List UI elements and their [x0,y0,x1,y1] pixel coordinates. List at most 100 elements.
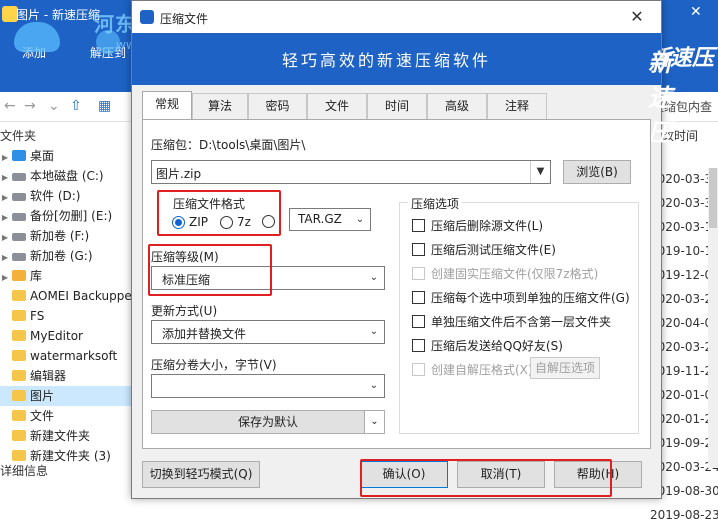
folder-icon [12,450,26,461]
chevron-down-icon[interactable]: ▼ [530,161,550,183]
back-arrow-icon[interactable]: ← [4,98,16,114]
option-label: 创建固实压缩文件(仅限7z格式) [431,267,599,281]
option-checkbox[interactable]: 单独压缩文件后不含第一层文件夹 [412,313,611,330]
extract-to-button[interactable]: 解压到 [90,44,126,61]
tree-item-label: 本地磁盘 (C:) [30,169,104,183]
tree-item-label: 软件 (D:) [30,189,81,203]
chevron-right-icon[interactable]: ▶ [0,168,10,188]
folder-icon [12,350,26,361]
browse-button[interactable]: 浏览(B) [563,160,631,184]
dialog-banner: 轻巧高效的新速压缩软件 新速压 [132,33,672,147]
tree-item-label: 新建文件夹 (3) [30,449,111,463]
dialog-close-icon[interactable]: ✕ [626,7,648,26]
checkbox-icon[interactable] [412,219,425,232]
options-group-title: 压缩选项 [408,195,463,212]
tree-item-label: 新加卷 (F:) [30,229,90,243]
level-highlight-box [148,244,272,296]
update-mode-select[interactable]: 添加并替换文件 ⌄ [151,320,385,344]
checkbox-icon[interactable] [412,315,425,328]
details-status: 详细信息 [0,464,49,478]
tree-item[interactable]: ▶ 备份[勿删] (E:) [0,206,135,226]
folder-icon [12,330,26,341]
checkbox-icon[interactable] [412,339,425,352]
tree-item[interactable]: MyEditor [0,326,135,346]
format-extra-value: TAR.GZ [298,212,342,226]
folder-pane-header: 文件夹 [0,129,37,143]
tree-item[interactable]: 图片 [0,386,135,406]
file-list-scrollbar[interactable] [708,168,718,468]
folder-icon [12,370,26,381]
folder-view-icon[interactable]: ▦ [98,98,111,114]
tab-general[interactable]: 常规 [142,91,192,120]
scrollbar-thumb[interactable] [709,168,717,228]
option-checkbox[interactable]: 压缩后删除源文件(L) [412,217,543,234]
main-close-icon[interactable]: ✕ [690,4,702,20]
chevron-right-icon[interactable]: ▶ [0,208,10,228]
tree-item[interactable]: 文件 [0,406,135,426]
drive-icon [12,173,26,181]
format-extra-select[interactable]: TAR.GZ ⌄ [289,208,371,231]
tab-time[interactable]: 时间 [367,93,427,119]
modified-time-cell[interactable]: 2019-08-23 09 [650,503,718,527]
add-button[interactable]: 添加 [22,44,46,61]
tab-advanced[interactable]: 高级 [427,93,487,119]
switch-lite-mode-button[interactable]: 切换到轻巧模式(Q) [142,461,260,488]
save-default-button[interactable]: 保存为默认 ⌄ [151,410,385,434]
update-mode-label: 更新方式(U) [151,304,218,318]
tree-item[interactable]: ▶ 新加卷 (G:) [0,246,135,266]
folder-icon [12,410,26,421]
option-checkbox[interactable]: 压缩每个选中项到单独的压缩文件(G) [412,289,630,306]
chevron-right-icon[interactable]: ▶ [0,188,10,208]
dialog-title: 压缩文件 [160,12,209,26]
split-size-combo[interactable]: ⌄ [151,374,385,398]
tree-item[interactable]: AOMEI Backupper [0,286,137,306]
sfx-options-button[interactable]: 自解压选项 [530,357,600,379]
archive-name-combo[interactable]: 图片.zip ▼ [151,160,551,184]
main-window-title: 图片 - 新速压缩 [16,8,100,22]
chevron-right-icon[interactable]: ▶ [0,228,10,248]
tree-item[interactable]: ▶ 库 [0,266,135,286]
tab-password[interactable]: 密码 [248,93,307,119]
banner-slogan: 轻巧高效的新速压缩软件 [282,51,492,70]
tree-item-label: FS [30,309,45,323]
tree-item[interactable]: 编辑器 [0,366,135,386]
tree-item-label: 桌面 [30,149,55,163]
checkbox-icon[interactable] [412,291,425,304]
chevron-down-icon[interactable]: ⌄ [364,321,384,343]
chevron-down-icon[interactable]: ⌄ [364,411,384,433]
chevron-right-icon[interactable]: ▶ [0,148,10,168]
tree-item[interactable]: ▶ 桌面 [0,146,135,166]
tab-files[interactable]: 文件 [307,93,367,119]
tree-item[interactable]: watermarksoft [0,346,135,366]
option-checkbox[interactable]: 压缩后发送给QQ好友(S) [412,337,563,354]
folder-icon [12,290,26,301]
folder-icon [12,310,26,321]
archive-path-label: 压缩包：D:\tools\桌面\图片\ [151,138,306,152]
tree-item[interactable]: ▶ 本地磁盘 (C:) [0,166,135,186]
library-icon [12,270,26,281]
tree-item-label: 新建文件夹 [30,429,91,443]
banner-brand: 新速压 [648,49,672,147]
tree-item[interactable]: ▶ 软件 (D:) [0,186,135,206]
tree-item[interactable]: ▶ 新加卷 (F:) [0,226,135,246]
forward-arrow-icon[interactable]: → [24,98,36,114]
tree-item[interactable]: 新建文件夹 [0,426,135,446]
tab-comment[interactable]: 注释 [487,93,547,119]
chevron-down-icon[interactable]: ⌄ [48,98,60,114]
option-label: 创建自解压格式(X) [431,363,533,377]
up-folder-icon[interactable]: ⇧ [70,98,82,114]
options-group: 压缩选项 压缩后删除源文件(L) 压缩后测试压缩文件(E) 创建固实压缩文件(仅限7… [399,195,639,434]
checkbox-icon [412,267,425,280]
chevron-right-icon[interactable]: ▶ [0,248,10,268]
chevron-down-icon[interactable]: ⌄ [364,375,384,397]
chevron-right-icon[interactable]: ▶ [0,268,10,288]
tree-item-label: watermarksoft [30,349,118,363]
dialog-titlebar: 压缩文件 ✕ [132,1,661,33]
checkbox-icon[interactable] [412,243,425,256]
chevron-down-icon[interactable]: ⌄ [350,209,370,230]
option-checkbox[interactable]: 压缩后测试压缩文件(E) [412,241,556,258]
chevron-down-icon[interactable]: ⌄ [364,267,384,289]
buttons-highlight-box [360,459,612,497]
tree-item[interactable]: FS [0,306,135,326]
tab-algorithm[interactable]: 算法 [192,93,248,119]
